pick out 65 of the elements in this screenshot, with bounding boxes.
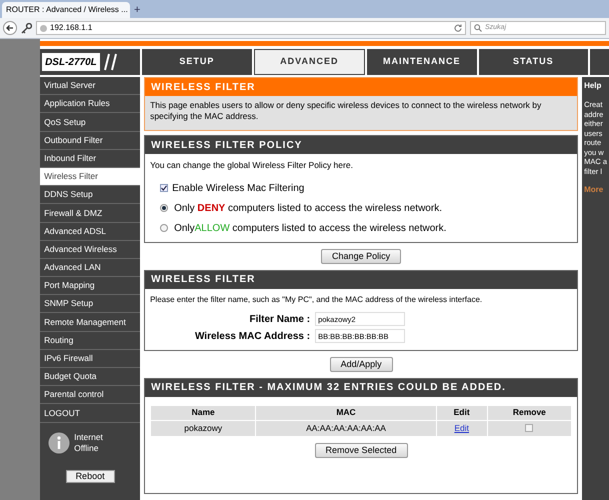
tab-title: ROUTER : Advanced / Wireless ... xyxy=(6,4,128,16)
sidebar-item[interactable]: Advanced Wireless xyxy=(40,240,140,259)
connection-status: Offline xyxy=(74,442,100,454)
info-globe-icon xyxy=(48,432,70,454)
help-title: Help xyxy=(584,80,602,92)
sidebar-item[interactable]: SNMP Setup xyxy=(40,295,140,314)
search-icon xyxy=(474,24,482,32)
action-button[interactable]: Remove Selected xyxy=(314,442,408,458)
table-cell: pokazowy xyxy=(151,420,256,436)
enable-checkbox[interactable] xyxy=(160,184,168,192)
checkbox-label: Enable Wireless Mac Filtering xyxy=(172,182,304,196)
field-label: Filter Name : xyxy=(248,312,310,327)
nav-tab[interactable]: ADVANCED xyxy=(254,49,366,75)
nav-tab[interactable]: STATUS xyxy=(478,49,588,75)
radio-label: OnlyALLOW computers listed to access the wireless network. xyxy=(174,222,446,236)
browser-tab[interactable]: ROUTER : Advanced / Wireless ... xyxy=(2,2,130,18)
reload-icon[interactable] xyxy=(454,24,462,32)
nav-tab[interactable]: SETUP xyxy=(142,49,252,75)
sidebar-item[interactable]: LOGOUT xyxy=(40,404,140,423)
reboot-button[interactable]: Reboot xyxy=(66,470,115,483)
sidebar-item[interactable]: IPv6 Firewall xyxy=(40,350,140,368)
sidebar-item[interactable]: Firewall & DMZ xyxy=(40,204,140,222)
policy-text: You can change the global Wireless Filter Policy here. xyxy=(150,159,354,172)
table-cell: AA:AA:AA:AA:AA:AA xyxy=(256,420,436,436)
new-tab-button[interactable]: + xyxy=(134,2,140,18)
filter-text: Please enter the filter name, such as "My PC", and the MAC address of the wireless interface. xyxy=(150,294,484,306)
column-header: MAC xyxy=(256,406,436,420)
column-header: Remove xyxy=(488,406,572,420)
sidebar-item[interactable]: Routing xyxy=(40,332,140,350)
section-header: WIRELESS FILTER xyxy=(145,78,578,96)
sidebar-item[interactable]: Application Rules xyxy=(40,95,140,114)
slash-lines-icon xyxy=(104,53,118,71)
sidebar-item[interactable]: DDNS Setup xyxy=(40,186,140,204)
sidebar-item[interactable]: Outbound Filter xyxy=(40,132,140,150)
url-text: 192.168.1.1 xyxy=(50,22,94,34)
sidebar-item[interactable]: Virtual Server xyxy=(40,77,140,96)
address-bar[interactable]: 192.168.1.1 xyxy=(36,21,466,35)
nav-tab[interactable]: MAINTENANCE xyxy=(367,49,477,75)
back-icon[interactable] xyxy=(3,21,17,35)
sidebar-item[interactable]: QoS Setup xyxy=(40,113,140,132)
device-logo: DSL-2770L xyxy=(42,53,100,71)
sidebar-item[interactable]: Wireless Filter xyxy=(40,168,140,186)
sidebar-item[interactable]: Advanced ADSL xyxy=(40,222,140,241)
help-tab-background xyxy=(590,49,609,75)
globe-icon xyxy=(40,24,47,32)
radio-label: Only DENY computers listed to access the wireless network. xyxy=(174,202,442,216)
sidebar-item[interactable]: Remote Management xyxy=(40,313,140,332)
radio-button[interactable] xyxy=(160,224,168,232)
remove-checkbox[interactable] xyxy=(525,424,534,432)
section-header: WIRELESS FILTER - MAXIMUM 32 ENTRIES COULD BE ADDED. xyxy=(145,378,578,397)
intro-text: This page enables users to allow or deny specific wireless devices to connect to the wireless network by specifying the MAC address. xyxy=(145,96,578,130)
sidebar-item[interactable]: Budget Quota xyxy=(40,368,140,386)
column-header: Edit xyxy=(436,406,487,420)
section-header: WIRELESS FILTER POLICY xyxy=(145,136,578,154)
sidebar-item[interactable]: Parental control xyxy=(40,386,140,404)
key-icon[interactable] xyxy=(21,22,32,34)
section-header: WIRELESS FILTER xyxy=(145,270,578,289)
action-button[interactable]: Add/Apply xyxy=(330,356,393,372)
field-label: Wireless MAC Address : xyxy=(194,330,310,344)
connection-status: Internet xyxy=(74,432,103,443)
column-header: Name xyxy=(151,406,256,420)
sidebar-item[interactable]: Port Mapping xyxy=(40,277,140,296)
radio-button[interactable] xyxy=(160,204,168,212)
action-button[interactable]: Change Policy xyxy=(321,248,402,264)
sidebar-item[interactable]: Advanced LAN xyxy=(40,258,140,278)
